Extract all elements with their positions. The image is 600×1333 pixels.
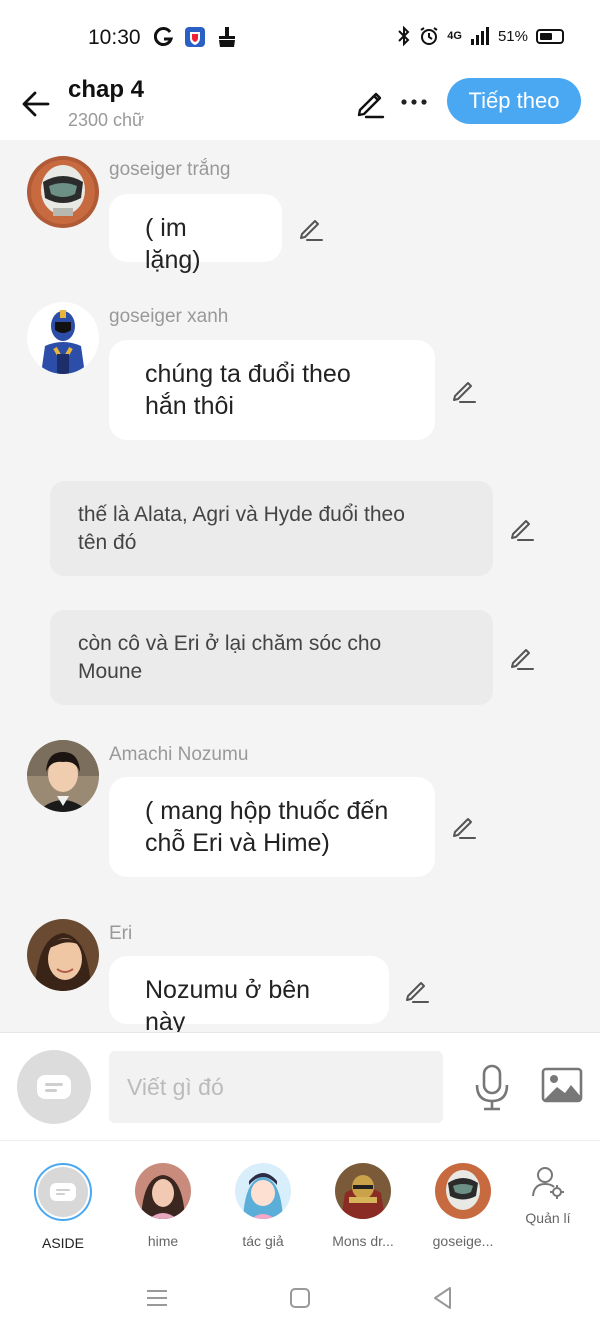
edit-message-icon[interactable]: [508, 643, 536, 671]
aside-avatar: [34, 1163, 92, 1221]
narration-text: còn cô và Eri ở lại chăm sóc cho: [78, 632, 382, 655]
character-label: tác giả: [242, 1233, 284, 1249]
avatar-amachi-nozumu[interactable]: [27, 740, 99, 812]
menu-icon[interactable]: [142, 1283, 172, 1313]
character-goseiger[interactable]: goseige...: [418, 1163, 508, 1249]
chapter-title: chap 4: [68, 76, 145, 103]
bluetooth-icon: [398, 26, 410, 46]
character-label: ASIDE: [41, 1235, 84, 1251]
arrow-left-icon: [22, 91, 50, 117]
input-bar: [0, 1032, 600, 1140]
message-bubble[interactable]: Nozumu ở bên này: [109, 956, 389, 1032]
message-bubble[interactable]: ( im lặng): [109, 194, 282, 274]
narration-text: Moune: [78, 660, 143, 683]
character-label: hime: [147, 1233, 179, 1249]
edit-message-icon[interactable]: [403, 976, 431, 1004]
character-hime[interactable]: hime: [118, 1163, 208, 1249]
home-square-icon[interactable]: [285, 1283, 315, 1313]
status-left-icons: [154, 26, 238, 48]
sender-name: Eri: [109, 923, 133, 944]
network-type: 4G: [447, 30, 462, 42]
sender-name: Amachi Nozumu: [109, 744, 249, 765]
character-mons[interactable]: Mons dr...: [318, 1163, 408, 1249]
narration-text: tên đó: [78, 531, 137, 554]
user-settings-icon: [532, 1167, 564, 1199]
avatar-goseiger: [435, 1163, 491, 1219]
message-bubble[interactable]: chúng ta đuổi theo hắn thôi: [109, 340, 435, 440]
avatar-hime: [135, 1163, 191, 1219]
battery-icon: [536, 28, 564, 44]
narration-block[interactable]: còn cô và Eri ở lại chăm sóc cho Moune: [50, 610, 493, 705]
sender-name: goseiger xanh: [109, 306, 229, 327]
edit-message-icon[interactable]: [450, 812, 478, 840]
status-time: 10:30: [88, 26, 141, 49]
signal-icon: [470, 27, 489, 45]
character-bar: ASIDE hime tác giả Mons dr... goseige...…: [0, 1140, 600, 1265]
status-bar: 10:30 4G 51%: [0, 0, 600, 72]
alarm-icon: [420, 27, 438, 45]
microphone-icon[interactable]: [472, 1063, 512, 1111]
character-tac-gia[interactable]: tác giả: [218, 1163, 308, 1249]
message-text: hắn thôi: [145, 392, 234, 420]
avatar-tac-gia: [235, 1163, 291, 1219]
edit-message-icon[interactable]: [450, 376, 478, 404]
chat-area[interactable]: goseiger trắng ( im lặng) goseiger xanh …: [0, 140, 600, 1032]
broom-icon: [219, 27, 235, 47]
edit-message-icon[interactable]: [508, 514, 536, 542]
manage-button[interactable]: Quản lí: [516, 1165, 580, 1226]
edit-message-icon[interactable]: [297, 214, 325, 242]
message-text: chúng ta đuổi theo: [145, 360, 351, 388]
google-icon: [154, 27, 174, 46]
sender-name: goseiger trắng: [109, 159, 231, 180]
message-bubble[interactable]: ( mang hộp thuốc đến chỗ Eri và Hime): [109, 777, 435, 877]
narration-icon: [37, 1075, 71, 1099]
narration-text: thế là Alata, Agri và Hyde đuổi theo: [78, 503, 405, 526]
narration-icon: [50, 1183, 76, 1201]
system-nav-bar: [0, 1265, 600, 1333]
avatar-goseiger-xanh[interactable]: [27, 302, 99, 374]
more-options-button[interactable]: [398, 84, 430, 120]
back-button[interactable]: [16, 84, 56, 124]
status-right: 4G 51%: [397, 26, 564, 46]
message-text: ( mang hộp thuốc đến: [145, 797, 389, 825]
character-label: goseige...: [432, 1233, 494, 1249]
more-dots-icon: [401, 99, 427, 105]
character-aside[interactable]: ASIDE: [18, 1163, 108, 1251]
narration-block[interactable]: thế là Alata, Agri và Hyde đuổi theo tên…: [50, 481, 493, 576]
image-icon[interactable]: [541, 1065, 583, 1107]
shield-app-icon: [185, 27, 205, 47]
message-input[interactable]: [109, 1051, 443, 1123]
back-triangle-icon[interactable]: [428, 1283, 458, 1313]
message-text: chỗ Eri và Hime): [145, 829, 330, 857]
next-button[interactable]: Tiếp theo: [447, 78, 581, 124]
message-text: ( im lặng): [145, 214, 201, 274]
avatar-eri[interactable]: [27, 919, 99, 991]
avatar-goseiger-trang[interactable]: [27, 156, 99, 228]
aside-toggle-button[interactable]: [17, 1050, 91, 1124]
battery-percent: 51%: [497, 27, 528, 45]
message-text: Nozumu ở bên này: [145, 976, 311, 1032]
word-count: 2300 chữ: [68, 110, 145, 130]
avatar-mons: [335, 1163, 391, 1219]
manage-label: Quản lí: [525, 1210, 571, 1226]
edit-chapter-icon[interactable]: [352, 84, 388, 120]
character-label: Mons dr...: [332, 1233, 394, 1249]
chapter-header: chap 4 2300 chữ Tiếp theo: [0, 72, 600, 140]
